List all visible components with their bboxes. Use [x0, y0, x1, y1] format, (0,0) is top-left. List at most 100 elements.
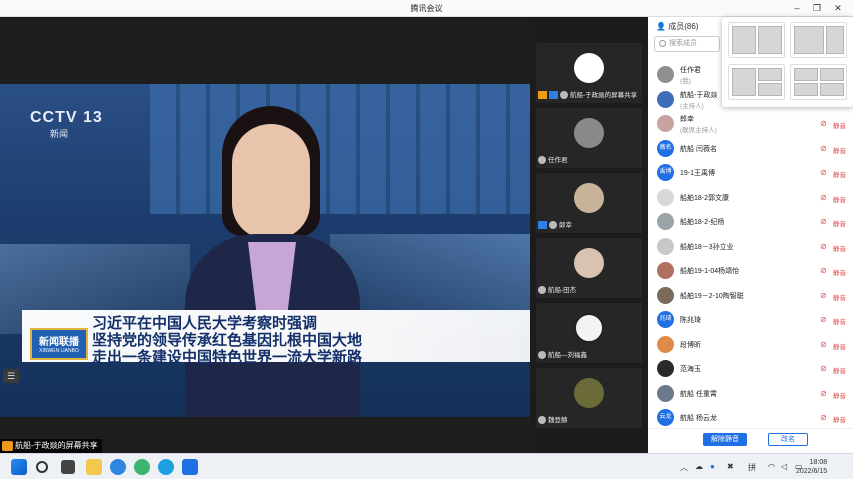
- layout-option-split[interactable]: [790, 22, 847, 58]
- member-role: (联席主持人): [680, 127, 717, 134]
- mute-action-link[interactable]: 静音: [833, 218, 846, 228]
- host-tag-icon: [549, 91, 558, 100]
- mic-icon: [538, 156, 546, 165]
- member-row[interactable]: 薇名 航船 闫薇名 ⊘ 静音: [648, 137, 853, 161]
- mic-muted-icon[interactable]: ⊘: [820, 242, 829, 252]
- microphone-icon[interactable]: ●: [710, 462, 715, 471]
- mute-action-link[interactable]: 静音: [833, 414, 846, 424]
- mic-muted-icon[interactable]: ⊘: [820, 291, 829, 301]
- member-row[interactable]: 兆琦 陈兆琦 ⊘ 静音: [648, 308, 853, 332]
- mic-muted-icon[interactable]: ⊘: [820, 340, 829, 350]
- member-name: 船舶19-1-04杨靖怡: [680, 268, 740, 275]
- program-badge-sub: XINWEN LIANBO: [39, 348, 79, 354]
- mic-muted-icon[interactable]: ⊘: [820, 193, 829, 203]
- mic-icon: [549, 221, 557, 230]
- mic-muted-icon[interactable]: ⊘: [820, 119, 829, 129]
- screen-share-icon: [2, 440, 13, 451]
- member-search-input[interactable]: 搜索成员: [654, 36, 720, 52]
- mic-muted-icon[interactable]: ⊘: [820, 168, 829, 178]
- mute-action-link[interactable]: 静音: [833, 267, 846, 277]
- app-k-icon[interactable]: [110, 459, 126, 475]
- video-thumb[interactable]: 航船-田杰: [536, 238, 642, 298]
- member-row[interactable]: 船舶19－2-10陶智聪 ⊘ 静音: [648, 284, 853, 308]
- member-name: 陈兆琦: [680, 317, 701, 324]
- member-avatar: 薇名: [657, 139, 674, 157]
- member-row[interactable]: 郎幸 (联席主持人) ⊘ 静音: [648, 112, 853, 136]
- close-app-tray-icon[interactable]: ✖: [727, 462, 734, 471]
- layout-option-2col[interactable]: [728, 22, 785, 58]
- mute-action-link[interactable]: 静音: [833, 365, 846, 375]
- ime-indicator[interactable]: 拼: [748, 462, 756, 473]
- wechat-icon[interactable]: [134, 459, 150, 475]
- member-row[interactable]: 云龙 航船 杨云龙 ⊘ 静音: [648, 406, 853, 430]
- clock[interactable]: 18:08 2022/6/15: [796, 458, 827, 476]
- rename-button[interactable]: 改名: [768, 433, 808, 446]
- cloud-icon[interactable]: ☁: [695, 462, 703, 471]
- member-row[interactable]: 船舶19-1-04杨靖怡 ⊘ 静音: [648, 259, 853, 283]
- list-toggle-icon[interactable]: ☰: [3, 369, 19, 383]
- mic-muted-icon[interactable]: ⊘: [820, 364, 829, 374]
- member-avatar: [657, 237, 674, 255]
- windows-start-icon[interactable]: [11, 459, 27, 475]
- mute-action-link[interactable]: 静音: [833, 243, 846, 253]
- shared-screen-stage: CCTV 13 新闻 新闻联播 XINWEN LIANBO 习近平在中国人民大学…: [0, 17, 530, 453]
- mute-action-link[interactable]: 静音: [833, 169, 846, 179]
- layout-option-1plus2[interactable]: [728, 64, 785, 100]
- video-thumb[interactable]: 航船—刘福鑫: [536, 303, 642, 363]
- video-thumb[interactable]: 郎幸: [536, 173, 642, 233]
- caption-line-3: 走出一条建设中国特色世界一流大学新路: [92, 349, 363, 366]
- member-row[interactable]: 禹博 19-1王禹博 ⊘ 静音: [648, 161, 853, 185]
- mute-action-link[interactable]: 静音: [833, 292, 846, 302]
- restore-icon[interactable]: ❐: [810, 2, 824, 14]
- mic-muted-icon[interactable]: ⊘: [820, 144, 829, 154]
- file-explorer-icon[interactable]: [86, 459, 102, 475]
- speaker-icon[interactable]: ◁: [781, 462, 787, 471]
- news-caption: 新闻联播 XINWEN LIANBO 习近平在中国人民大学考察时强调 坚持党的领…: [22, 310, 530, 366]
- member-avatar: [657, 115, 674, 132]
- wifi-icon[interactable]: ◠: [768, 462, 775, 471]
- minimize-icon[interactable]: –: [790, 2, 804, 14]
- unmute-all-button[interactable]: 解除静音: [703, 433, 747, 446]
- cctv-channel-sub: 新闻: [50, 129, 69, 139]
- mute-action-link[interactable]: 静音: [833, 316, 846, 326]
- members-count: 成员(86): [668, 22, 699, 31]
- close-icon[interactable]: ✕: [831, 2, 845, 14]
- member-avatar: [657, 188, 674, 206]
- mute-action-link[interactable]: 静音: [833, 145, 846, 155]
- member-row[interactable]: 船舶18－3孙立业 ⊘ 静音: [648, 235, 853, 259]
- people-icon: 👤: [656, 22, 666, 31]
- share-tag-icon: [538, 91, 547, 100]
- member-row[interactable]: 船舶18-2-纪杨 ⊘ 静音: [648, 210, 853, 234]
- member-row[interactable]: 范海玉 ⊘ 静音: [648, 357, 853, 381]
- task-view-icon[interactable]: [61, 460, 75, 474]
- mute-action-link[interactable]: 静音: [833, 194, 846, 204]
- member-name: 航船-于政燚: [680, 91, 718, 99]
- edge-browser-icon[interactable]: [158, 459, 174, 475]
- mute-action-link[interactable]: 静音: [833, 120, 846, 130]
- mic-muted-icon[interactable]: ⊘: [820, 413, 829, 423]
- tray-chevron-icon[interactable]: ︿: [680, 462, 688, 473]
- mute-action-link[interactable]: 静音: [833, 341, 846, 351]
- member-avatar: [657, 335, 674, 353]
- mic-muted-icon[interactable]: ⊘: [820, 217, 829, 227]
- thumb-name: 航船—刘福鑫: [548, 352, 587, 359]
- search-icon[interactable]: [36, 461, 48, 473]
- video-thumb[interactable]: 航船-于政燚的屏幕共享: [536, 43, 642, 103]
- news-studio-image: [0, 84, 530, 417]
- video-thumb[interactable]: 任作君: [536, 108, 642, 168]
- search-icon: [659, 40, 666, 47]
- mic-muted-icon[interactable]: ⊘: [820, 266, 829, 276]
- mic-muted-icon[interactable]: ⊘: [820, 389, 829, 399]
- mic-muted-icon[interactable]: ⊘: [820, 315, 829, 325]
- member-name: 航船 闫薇名: [680, 145, 717, 153]
- shared-video: CCTV 13 新闻 新闻联播 XINWEN LIANBO 习近平在中国人民大学…: [0, 84, 530, 417]
- studio-screen-wall: [150, 84, 530, 214]
- tencent-meeting-icon[interactable]: [182, 459, 198, 475]
- member-row[interactable]: 船舶18-2郭文康 ⊘ 静音: [648, 186, 853, 210]
- video-thumb[interactable]: 魏登赫: [536, 368, 642, 428]
- member-row[interactable]: 航船 任重霄 ⊘ 静音: [648, 382, 853, 406]
- layout-option-grid[interactable]: [790, 64, 847, 100]
- member-name: 航船 杨云龙: [680, 415, 717, 422]
- mute-action-link[interactable]: 静音: [833, 390, 846, 400]
- member-row[interactable]: 段博昕 ⊘ 静音: [648, 333, 853, 357]
